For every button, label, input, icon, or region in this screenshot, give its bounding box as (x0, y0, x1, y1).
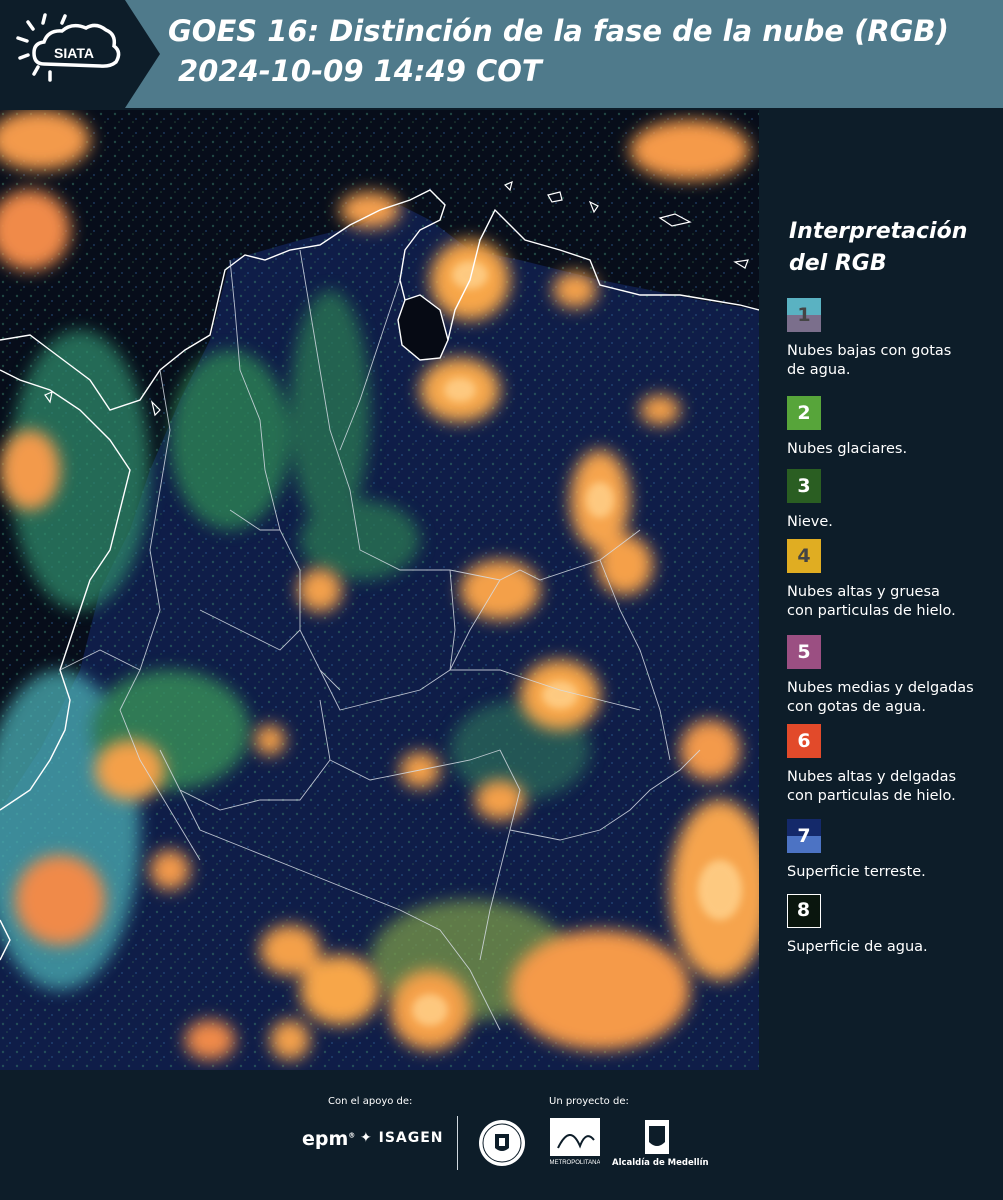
legend-item-1: 1 Nubes bajas con gotas de agua. (787, 298, 1002, 380)
legend-swatch-6: 6 (787, 724, 821, 758)
legend-number-6: 6 (797, 730, 811, 752)
legend-number-8: 8 (796, 899, 811, 921)
isagen-logo: ✦ ISAGEN (360, 1130, 444, 1146)
support-label: Con el apoyo de: (328, 1096, 413, 1107)
legend-label-6: Nubes altas y delgadas con particulas de… (787, 769, 957, 804)
legend-item-3: 3 Nieve. (787, 469, 1002, 532)
isagen-mark-icon: ✦ (360, 1130, 373, 1146)
legend-title-line1: Interpretación (789, 219, 968, 244)
footer-divider (457, 1116, 458, 1170)
legend-number-4: 4 (797, 545, 811, 567)
svg-text:METROPOLITANA: METROPOLITANA (550, 1160, 600, 1166)
medellin-seal-logo (477, 1118, 527, 1168)
legend-swatch-2: 2 (787, 396, 821, 430)
image-datetime: 2024-10-09 14:49 COT (178, 54, 542, 88)
siata-logo-text: SIATA (54, 45, 94, 61)
legend-title-line2: del RGB (789, 251, 887, 276)
legend-title: Interpretación del RGB (789, 216, 989, 280)
legend-swatch-5: 5 (787, 635, 821, 669)
area-metropolitana-logo: METROPOLITANA (550, 1118, 600, 1172)
legend-item-4: 4 Nubes altas y gruesa con particulas de… (787, 539, 1002, 621)
legend-swatch-7: 7 (787, 819, 821, 853)
legend-number-3: 3 (797, 475, 811, 497)
alcaldia-medellin-logo: Alcaldía de Medellín (612, 1118, 709, 1172)
legend-item-7: 7 Superficie terreste. (787, 819, 1002, 882)
legend-swatch-4: 4 (787, 539, 821, 573)
legend-label-5: Nubes medias y delgadas con gotas de agu… (787, 680, 974, 715)
legend-label-7: Superficie terreste. (787, 864, 926, 880)
legend-item-8: 8 Superficie de agua. (787, 894, 1002, 957)
alcaldia-label: Alcaldía de Medellín (612, 1158, 709, 1168)
epm-logo: epm® (302, 1128, 356, 1150)
legend-item-2: 2 Nubes glaciares. (787, 396, 1002, 459)
legend-label-3: Nieve. (787, 514, 833, 530)
footer: Con el apoyo de: Un proyecto de: epm® ✦ … (0, 1070, 1003, 1200)
rgb-legend: Interpretación del RGB 1 Nubes bajas con… (760, 110, 1003, 1070)
legend-number-7: 7 (797, 825, 811, 847)
legend-label-8: Superficie de agua. (787, 939, 928, 955)
legend-swatch-1: 1 (787, 298, 821, 332)
legend-swatch-8: 8 (787, 894, 821, 928)
legend-number-1: 1 (797, 304, 811, 326)
satellite-rgb-map (0, 110, 759, 1070)
legend-number-2: 2 (797, 402, 811, 424)
legend-label-4: Nubes altas y gruesa con particulas de h… (787, 584, 956, 619)
legend-number-5: 5 (797, 641, 811, 663)
legend-item-5: 5 Nubes medias y delgadas con gotas de a… (787, 635, 1002, 717)
siata-logo: SIATA (0, 0, 160, 108)
legend-swatch-3: 3 (787, 469, 821, 503)
page-title: GOES 16: Distinción de la fase de la nub… (168, 14, 949, 48)
project-label: Un proyecto de: (549, 1096, 629, 1107)
legend-label-1: Nubes bajas con gotas de agua. (787, 343, 952, 378)
legend-item-6: 6 Nubes altas y delgadas con particulas … (787, 724, 1002, 806)
header-bar: SIATA GOES 16: Distinción de la fase de … (0, 0, 1003, 108)
legend-label-2: Nubes glaciares. (787, 441, 908, 457)
